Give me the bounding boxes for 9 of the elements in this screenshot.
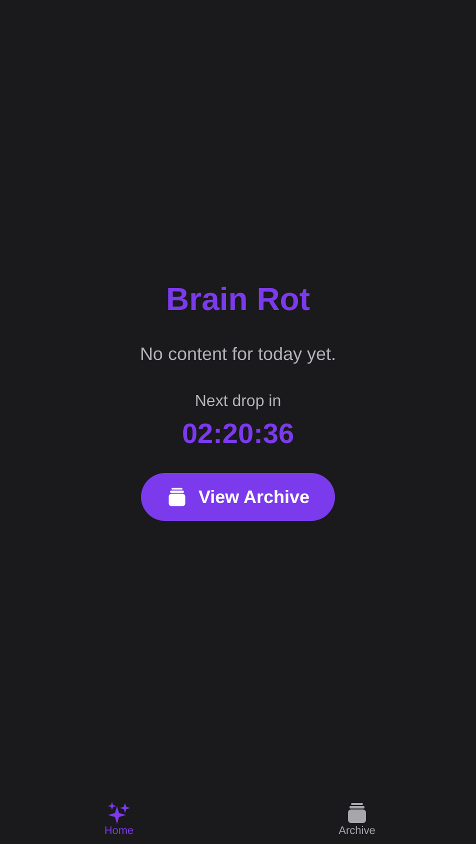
tab[interactable]: Home (0, 794, 238, 844)
app-title: Brain Rot (166, 280, 310, 319)
empty-message: No content for today yet. (140, 343, 336, 366)
archive-icon (166, 486, 188, 508)
countdown-timer: 02:20:36 (182, 417, 294, 451)
countdown-label: Next drop in (194, 392, 282, 412)
view-archive-button[interactable]: View Archive (141, 473, 335, 521)
sparkles-icon (106, 801, 132, 826)
tab[interactable]: Archive (238, 794, 476, 844)
